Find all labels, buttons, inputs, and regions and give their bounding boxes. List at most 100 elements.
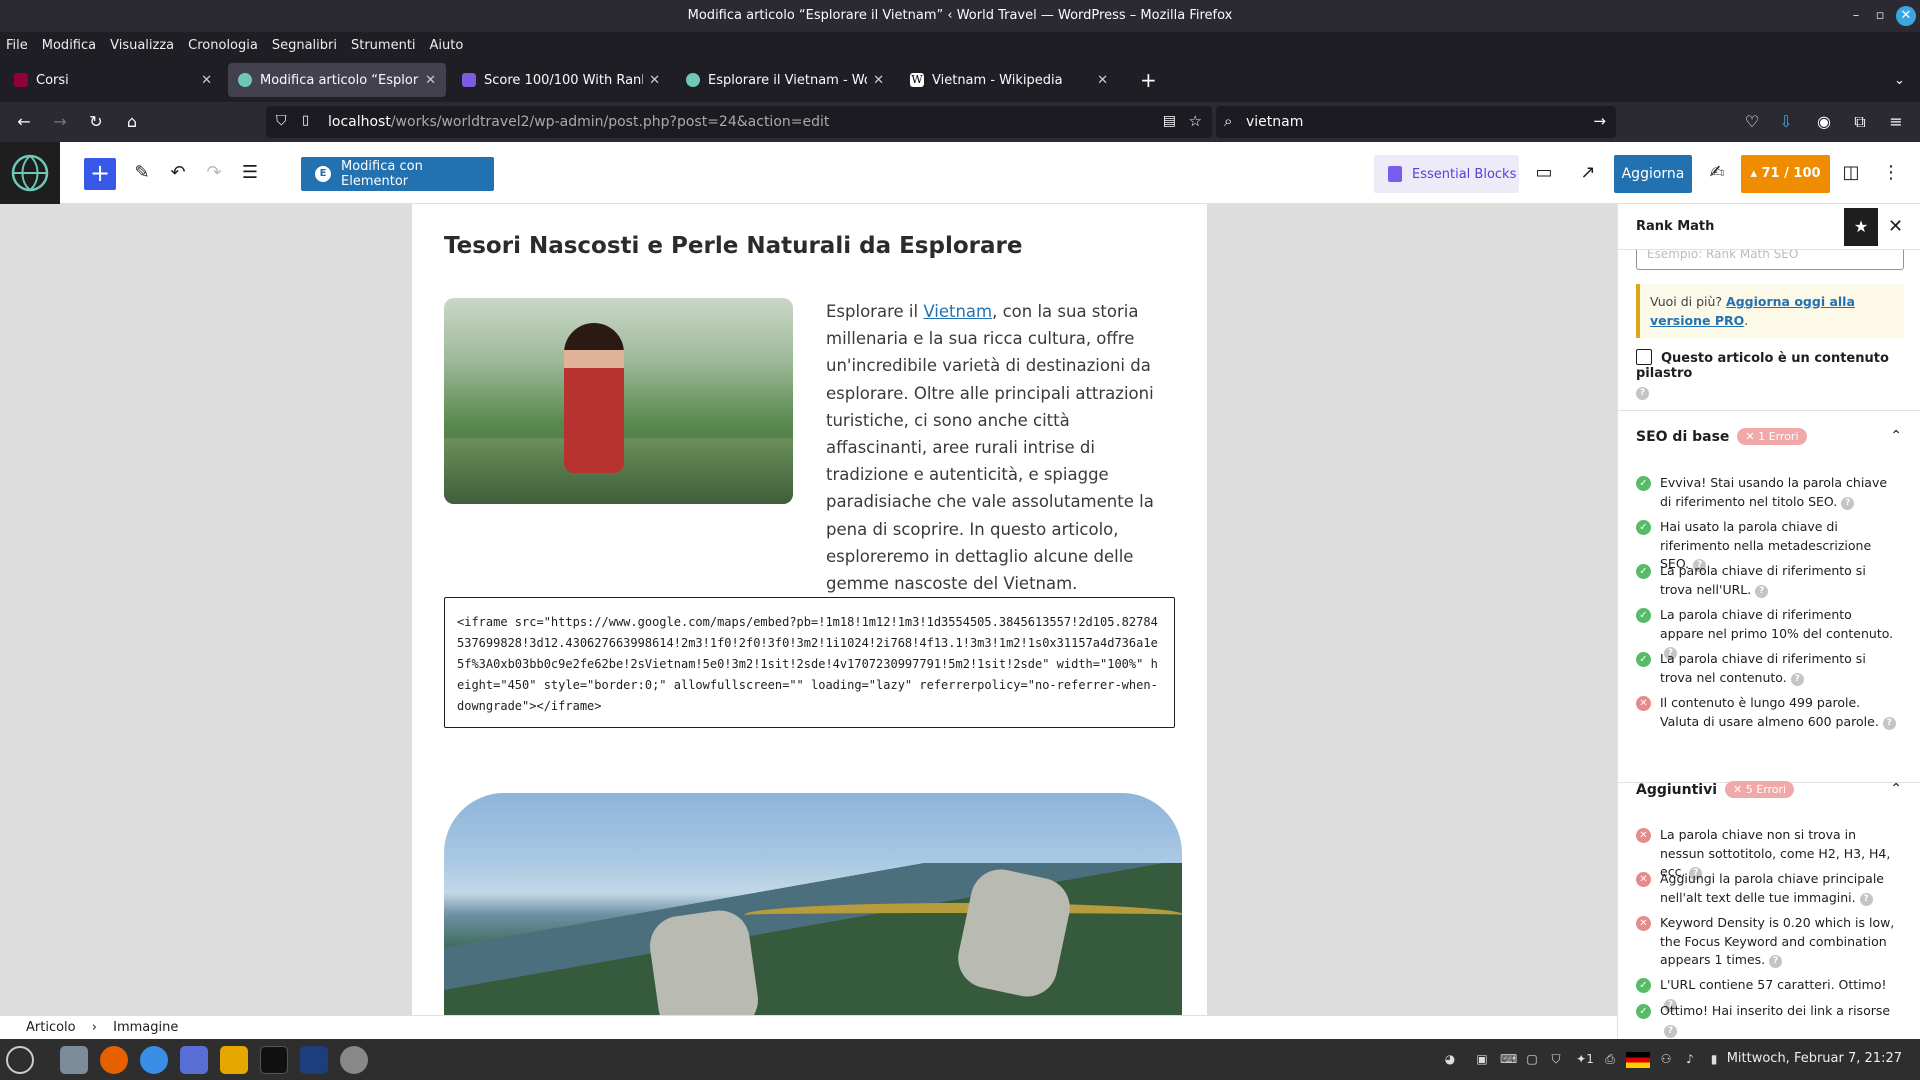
menu-tools[interactable]: Strumenti [351, 38, 416, 53]
tab-close-icon[interactable]: ✕ [425, 73, 436, 88]
content-paragraph[interactable]: Esplorare il Vietnam, con la sua storia … [826, 298, 1171, 597]
chevron-up-icon[interactable]: ⌃ [1890, 428, 1902, 444]
help-icon[interactable]: ? [1859, 892, 1873, 906]
network-icon[interactable]: ⚇ [1658, 1052, 1674, 1068]
menu-view[interactable]: Visualizza [110, 38, 174, 53]
help-icon[interactable]: ? [1769, 955, 1783, 968]
volume-icon[interactable]: ♪ [1682, 1052, 1698, 1068]
bookmark-star-icon[interactable]: ☆ [1189, 112, 1202, 130]
notification-count: 1 [1586, 1052, 1594, 1066]
focus-keyword-input[interactable]: Esempio: Rank Math SEO [1636, 250, 1904, 270]
essential-blocks-button[interactable]: Essential Blocks [1374, 155, 1519, 193]
battery-icon[interactable]: ▮ [1706, 1052, 1722, 1068]
calculator-icon[interactable] [220, 1046, 248, 1074]
settings-sidebar-icon[interactable]: ◫ [1838, 160, 1864, 186]
url-bar[interactable]: ⛉ ▯ localhost/works/worldtravel2/wp-admi… [266, 106, 1212, 138]
vietnam-link[interactable]: Vietnam [923, 302, 992, 321]
forward-icon[interactable]: → [50, 112, 70, 132]
rankmath-edit-icon[interactable]: ✍ [1704, 160, 1730, 186]
keyboard-icon[interactable]: ⌨ [1500, 1052, 1517, 1068]
edit-with-elementor-button[interactable]: E Modifica con Elementor [301, 157, 494, 191]
page-info-icon[interactable]: ▯ [302, 113, 309, 128]
notifications-icon[interactable]: ✦1 [1572, 1052, 1598, 1068]
extensions-icon[interactable]: ⧉ [1850, 112, 1870, 132]
breadcrumb-item-post[interactable]: Articolo [26, 1020, 76, 1035]
start-menu-icon[interactable] [6, 1046, 34, 1074]
home-icon[interactable]: ⌂ [122, 112, 142, 132]
menu-help[interactable]: Aiuto [430, 38, 464, 53]
tab-wikipedia[interactable]: W Vietnam - Wikipedia ✕ [900, 63, 1118, 97]
tab-rankmath[interactable]: Score 100/100 With Rank M ✕ [452, 63, 670, 97]
rankmath-score-button[interactable]: ▴ 71 / 100 [1741, 155, 1830, 193]
tab-list-icon[interactable]: ⌄ [1884, 63, 1914, 97]
add-block-button[interactable]: + [84, 158, 116, 190]
thunderbird-icon[interactable] [140, 1046, 168, 1074]
keyboard-layout-flag-icon[interactable] [1626, 1052, 1650, 1068]
settings-icon[interactable] [340, 1046, 368, 1074]
tab-close-icon[interactable]: ✕ [649, 73, 660, 88]
pocket-icon[interactable]: ♡ [1742, 112, 1762, 132]
clock[interactable]: Mittwoch, Februar 7, 21:27 [1727, 1051, 1902, 1066]
content-image-woman[interactable] [444, 298, 793, 504]
screenshot-icon[interactable] [180, 1046, 208, 1074]
pillar-content-checkbox[interactable] [1636, 349, 1652, 365]
menu-edit[interactable]: Modifica [42, 38, 96, 53]
help-icon[interactable]: ? [1664, 1024, 1677, 1038]
reload-icon[interactable]: ↻ [86, 112, 106, 132]
maximize-icon[interactable]: ▫ [1870, 6, 1890, 26]
chevron-up-icon[interactable]: ⌃ [1890, 781, 1902, 797]
terminal-icon[interactable] [260, 1046, 288, 1074]
tray-app-icon[interactable]: ▣ [1474, 1052, 1490, 1068]
webstorm-icon[interactable] [300, 1046, 328, 1074]
basic-seo-header[interactable]: SEO di base ✕ 1 Errori [1636, 428, 1807, 445]
printer-icon[interactable]: ⎙ [1602, 1052, 1618, 1068]
menu-bookmarks[interactable]: Segnalibri [272, 38, 337, 53]
minimize-icon[interactable]: – [1846, 6, 1866, 26]
star-icon[interactable]: ★ [1844, 208, 1878, 246]
pillar-content-option[interactable]: Questo articolo è un contenuto pilastro … [1636, 349, 1916, 400]
reader-view-icon[interactable]: ▤ [1163, 113, 1176, 129]
help-icon[interactable]: ? [1841, 496, 1855, 510]
hamburger-menu-icon[interactable]: ≡ [1886, 112, 1906, 132]
file-manager-icon[interactable] [60, 1046, 88, 1074]
clipboard-icon[interactable]: ▢ [1524, 1052, 1540, 1068]
content-image-golden-bridge[interactable] [444, 793, 1182, 1015]
menu-file[interactable]: File [6, 38, 28, 53]
account-icon[interactable]: ◉ [1814, 112, 1834, 132]
view-post-external-icon[interactable]: ↗ [1575, 160, 1601, 186]
redo-icon[interactable]: ↷ [201, 160, 227, 186]
tab-preview[interactable]: Esplorare il Vietnam - Worl ✕ [676, 63, 894, 97]
tab-close-icon[interactable]: ✕ [1097, 73, 1108, 88]
tab-corsi[interactable]: Corsi ✕ [4, 63, 222, 97]
site-logo[interactable] [0, 142, 60, 204]
tab-edit-post[interactable]: Modifica articolo “Esplorare ✕ [228, 63, 446, 97]
shield-tray-icon[interactable]: ⛉ [1548, 1052, 1564, 1068]
preview-desktop-icon[interactable]: ▭ [1531, 160, 1557, 186]
help-icon[interactable]: ? [1882, 716, 1896, 730]
menu-history[interactable]: Cronologia [188, 38, 258, 53]
breadcrumb-item-image[interactable]: Immagine [113, 1020, 178, 1035]
tab-close-icon[interactable]: ✕ [201, 73, 212, 88]
document-overview-icon[interactable]: ☰ [237, 160, 263, 186]
custom-html-block[interactable]: <iframe src="https://www.google.com/maps… [444, 597, 1175, 728]
back-icon[interactable]: ← [14, 112, 34, 132]
additional-seo-header[interactable]: Aggiuntivi ✕ 5 Errori [1636, 781, 1795, 798]
content-heading[interactable]: Tesori Nascosti e Perle Naturali da Espl… [444, 233, 1022, 259]
close-icon[interactable]: ✕ [1896, 6, 1916, 26]
help-icon[interactable]: ? [1636, 387, 1649, 400]
update-button[interactable]: Aggiorna [1614, 155, 1692, 193]
shield-icon[interactable]: ⛉ [276, 113, 287, 129]
options-menu-icon[interactable]: ⋮ [1878, 160, 1904, 186]
undo-icon[interactable]: ↶ [165, 160, 191, 186]
go-arrow-icon[interactable]: → [1593, 112, 1606, 130]
firefox-icon[interactable] [100, 1046, 128, 1074]
discord-icon[interactable]: ◕ [1442, 1052, 1458, 1068]
search-bar[interactable]: ⌕ vietnam → [1216, 106, 1616, 138]
downloads-icon[interactable]: ⇩ [1776, 112, 1796, 132]
edit-tools-icon[interactable]: ✎ [129, 160, 155, 186]
tab-close-icon[interactable]: ✕ [873, 73, 884, 88]
help-icon[interactable]: ? [1755, 584, 1769, 598]
new-tab-icon[interactable]: + [1130, 63, 1160, 97]
help-icon[interactable]: ? [1790, 672, 1804, 686]
close-sidebar-icon[interactable]: ✕ [1888, 216, 1903, 237]
